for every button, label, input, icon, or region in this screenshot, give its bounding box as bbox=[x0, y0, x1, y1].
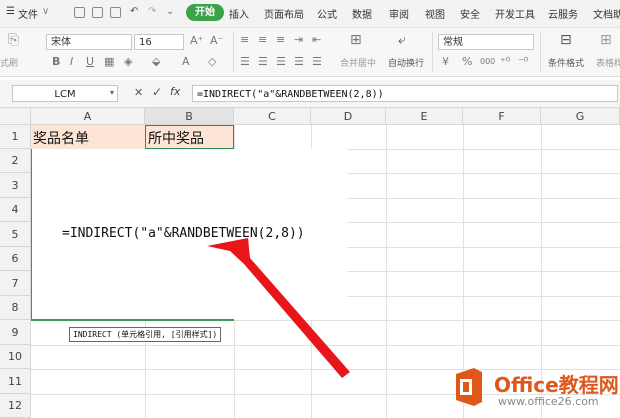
office-logo-icon bbox=[456, 368, 482, 406]
red-arrow-annotation bbox=[207, 238, 350, 378]
watermark-url: www.office26.com bbox=[498, 395, 599, 408]
arrow-shape bbox=[207, 238, 350, 378]
watermark-title: Office教程网 bbox=[494, 373, 619, 397]
